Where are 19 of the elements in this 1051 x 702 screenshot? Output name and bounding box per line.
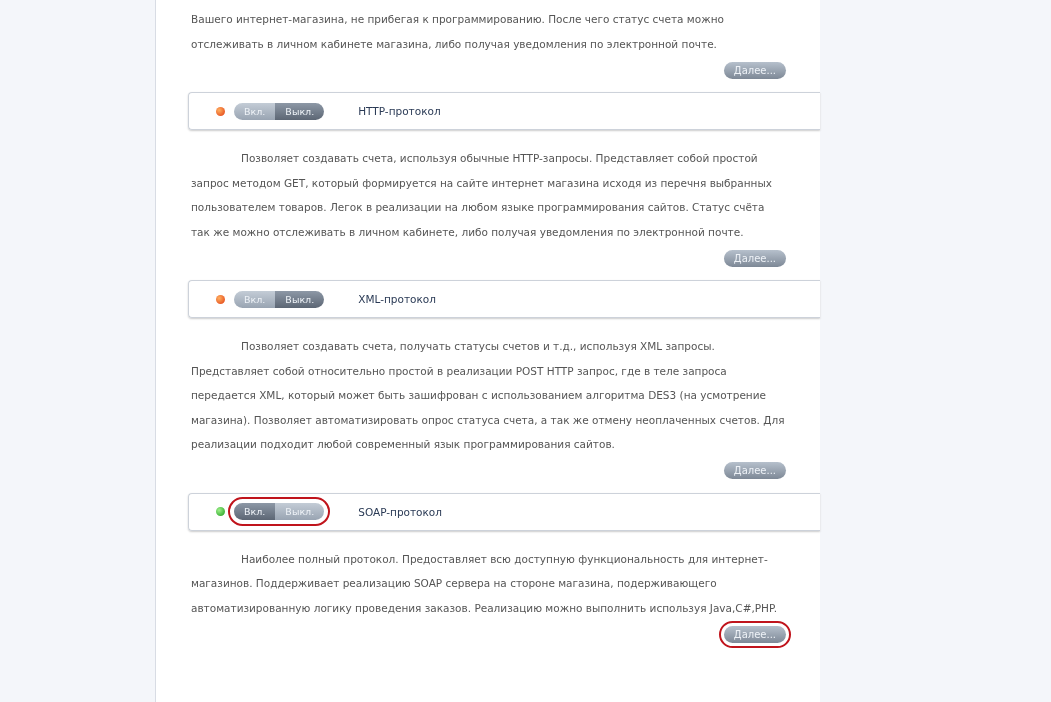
off-option[interactable]: Выкл. (275, 102, 325, 120)
more-button[interactable]: Далее... (723, 61, 786, 79)
protocol-title: XML-протокол (358, 293, 436, 305)
description-text: Позволяет создавать счета, получать статусы счетов и т.д., используя XML запросы. Представляет собой относительно простой в реализации POST HTTP запрос, где в теле запроса передается XML, который может быть зашифрован с использованием алгоритма DES3 (на усмотрение магазина). Позволяет автоматизировать опрос статуса счета, а так же отмену неоплаченных счетов. Для реализации подходит любой современный язык программирования сайтов. (190, 339, 786, 452)
on-off-toggle[interactable]: Вкл. Выкл. (234, 290, 325, 308)
protocol-title: SOAP-протокол (358, 505, 442, 518)
on-option[interactable]: Вкл. (234, 503, 276, 520)
more-button[interactable]: Далее... (723, 462, 786, 479)
description-text: Наиболее полный протокол. Предоставляет всю доступную функциональность для интернет-магазинов. Поддерживает реализацию SOAP сервера на стороне магазина, подерживающего автоматизированную логику проведения заказов. Реализацию можно выполнить используя Java,C#,PHP. (190, 551, 779, 616)
off-option[interactable]: Выкл. (275, 503, 325, 520)
on-option[interactable]: Вкл. (234, 290, 276, 308)
protocol-title: HTTP-протокол (358, 105, 441, 117)
off-option[interactable]: Выкл. (275, 290, 325, 308)
description-text: Позволяет создавать счета, используя обычные HTTP-запросы. Представляет собой простой запрос методом GET, который формируется на сайте интернет магазина исходя из перечня выбранных пользователем товаров. Легок в реализации на любом языке программирования сайтов. Статус счёта так же можно отслеживать в личном кабинете, либо получая уведомления по электронной почте. (190, 151, 773, 240)
on-off-toggle[interactable]: Вкл. Выкл. (234, 102, 325, 120)
more-button[interactable]: Далее... (723, 249, 786, 267)
description-text: Вашего интернет-магазина, не прибегая к программированию. После чего статус счета можно отслеживать в личном кабинете магазина, либо получая уведомления по электронной почте. (190, 12, 725, 52)
on-off-toggle[interactable]: Вкл. Выкл. (234, 503, 325, 520)
on-option[interactable]: Вкл. (234, 102, 276, 120)
